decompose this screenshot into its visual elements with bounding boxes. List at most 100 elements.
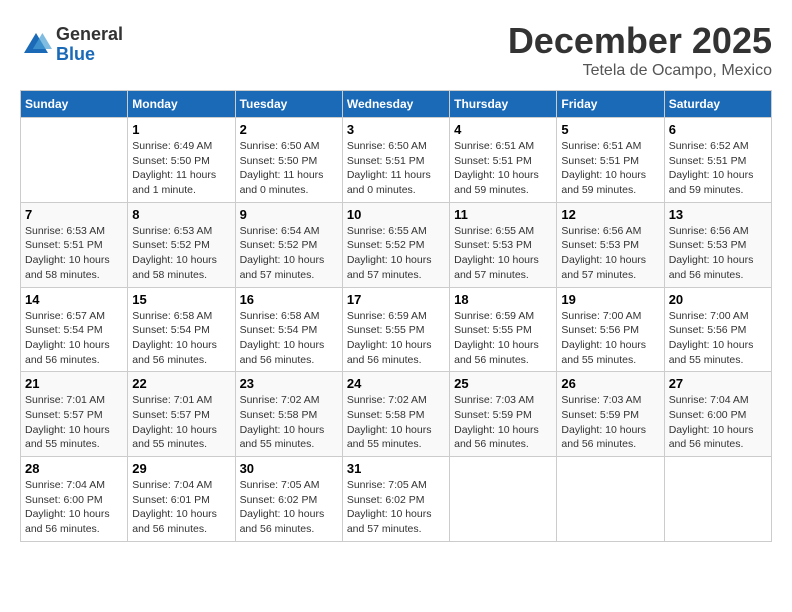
calendar-week-row: 14 Sunrise: 6:57 AM Sunset: 5:54 PM Dayli… bbox=[21, 287, 772, 372]
day-number: 21 bbox=[25, 376, 123, 391]
calendar-cell: 9 Sunrise: 6:54 AM Sunset: 5:52 PM Daylig… bbox=[235, 202, 342, 287]
day-info: Sunrise: 6:53 AM Sunset: 5:52 PM Dayligh… bbox=[132, 224, 230, 283]
calendar-week-row: 1 Sunrise: 6:49 AM Sunset: 5:50 PM Daylig… bbox=[21, 118, 772, 203]
calendar-cell: 15Sunrise: 6:58 AM Sunset: 5:54 PM Dayli… bbox=[128, 287, 235, 372]
day-info: Sunrise: 6:50 AM Sunset: 5:51 PM Dayligh… bbox=[347, 139, 445, 198]
day-info: Sunrise: 6:51 AM Sunset: 5:51 PM Dayligh… bbox=[561, 139, 659, 198]
calendar-cell: 21Sunrise: 7:01 AM Sunset: 5:57 PM Dayli… bbox=[21, 372, 128, 457]
calendar-body: 1 Sunrise: 6:49 AM Sunset: 5:50 PM Daylig… bbox=[21, 118, 772, 542]
day-number: 14 bbox=[25, 292, 123, 307]
calendar-header: SundayMondayTuesdayWednesdayThursdayFrid… bbox=[21, 91, 772, 118]
calendar-table: SundayMondayTuesdayWednesdayThursdayFrid… bbox=[20, 90, 772, 542]
day-number: 2 bbox=[240, 122, 338, 137]
calendar-cell: 3 Sunrise: 6:50 AM Sunset: 5:51 PM Daylig… bbox=[342, 118, 449, 203]
day-info: Sunrise: 7:05 AM Sunset: 6:02 PM Dayligh… bbox=[240, 478, 338, 537]
day-info: Sunrise: 7:02 AM Sunset: 5:58 PM Dayligh… bbox=[240, 393, 338, 452]
day-info: Sunrise: 6:54 AM Sunset: 5:52 PM Dayligh… bbox=[240, 224, 338, 283]
day-info: Sunrise: 6:56 AM Sunset: 5:53 PM Dayligh… bbox=[669, 224, 767, 283]
day-info: Sunrise: 6:53 AM Sunset: 5:51 PM Dayligh… bbox=[25, 224, 123, 283]
weekday-header-saturday: Saturday bbox=[664, 91, 771, 118]
weekday-header-thursday: Thursday bbox=[450, 91, 557, 118]
weekday-header-row: SundayMondayTuesdayWednesdayThursdayFrid… bbox=[21, 91, 772, 118]
calendar-cell: 23 Sunrise: 7:02 AM Sunset: 5:58 PM Dayli… bbox=[235, 372, 342, 457]
calendar-cell: 4Sunrise: 6:51 AM Sunset: 5:51 PM Daylig… bbox=[450, 118, 557, 203]
calendar-cell: 16 Sunrise: 6:58 AM Sunset: 5:54 PM Dayli… bbox=[235, 287, 342, 372]
header: General Blue December 2025 Tetela de Oca… bbox=[20, 20, 772, 80]
calendar-cell: 31 Sunrise: 7:05 AM Sunset: 6:02 PM Dayli… bbox=[342, 457, 449, 542]
day-info: Sunrise: 7:00 AM Sunset: 5:56 PM Dayligh… bbox=[561, 309, 659, 368]
day-info: Sunrise: 6:58 AM Sunset: 5:54 PM Dayligh… bbox=[132, 309, 230, 368]
day-number: 13 bbox=[669, 207, 767, 222]
calendar-cell bbox=[21, 118, 128, 203]
weekday-header-friday: Friday bbox=[557, 91, 664, 118]
location: Tetela de Ocampo, Mexico bbox=[508, 62, 772, 80]
day-number: 22 bbox=[132, 376, 230, 391]
logo-blue-text: Blue bbox=[56, 45, 123, 65]
calendar-cell: 2 Sunrise: 6:50 AM Sunset: 5:50 PM Daylig… bbox=[235, 118, 342, 203]
day-info: Sunrise: 6:51 AM Sunset: 5:51 PM Dayligh… bbox=[454, 139, 552, 198]
day-number: 12 bbox=[561, 207, 659, 222]
day-info: Sunrise: 6:56 AM Sunset: 5:53 PM Dayligh… bbox=[561, 224, 659, 283]
day-number: 1 bbox=[132, 122, 230, 137]
day-info: Sunrise: 7:04 AM Sunset: 6:01 PM Dayligh… bbox=[132, 478, 230, 537]
day-info: Sunrise: 6:52 AM Sunset: 5:51 PM Dayligh… bbox=[669, 139, 767, 198]
calendar-cell: 22 Sunrise: 7:01 AM Sunset: 5:57 PM Dayli… bbox=[128, 372, 235, 457]
day-number: 16 bbox=[240, 292, 338, 307]
calendar-cell: 19 Sunrise: 7:00 AM Sunset: 5:56 PM Dayli… bbox=[557, 287, 664, 372]
day-info: Sunrise: 6:50 AM Sunset: 5:50 PM Dayligh… bbox=[240, 139, 338, 198]
day-info: Sunrise: 6:55 AM Sunset: 5:53 PM Dayligh… bbox=[454, 224, 552, 283]
day-info: Sunrise: 7:05 AM Sunset: 6:02 PM Dayligh… bbox=[347, 478, 445, 537]
day-number: 27 bbox=[669, 376, 767, 391]
day-info: Sunrise: 6:57 AM Sunset: 5:54 PM Dayligh… bbox=[25, 309, 123, 368]
day-number: 3 bbox=[347, 122, 445, 137]
day-info: Sunrise: 6:55 AM Sunset: 5:52 PM Dayligh… bbox=[347, 224, 445, 283]
calendar-cell: 25 Sunrise: 7:03 AM Sunset: 5:59 PM Dayli… bbox=[450, 372, 557, 457]
weekday-header-tuesday: Tuesday bbox=[235, 91, 342, 118]
day-info: Sunrise: 6:59 AM Sunset: 5:55 PM Dayligh… bbox=[454, 309, 552, 368]
day-info: Sunrise: 7:03 AM Sunset: 5:59 PM Dayligh… bbox=[454, 393, 552, 452]
day-number: 10 bbox=[347, 207, 445, 222]
calendar-cell: 12 Sunrise: 6:56 AM Sunset: 5:53 PM Dayli… bbox=[557, 202, 664, 287]
calendar-cell: 1 Sunrise: 6:49 AM Sunset: 5:50 PM Daylig… bbox=[128, 118, 235, 203]
day-number: 30 bbox=[240, 461, 338, 476]
calendar-cell bbox=[664, 457, 771, 542]
calendar-cell: 10 Sunrise: 6:55 AM Sunset: 5:52 PM Dayli… bbox=[342, 202, 449, 287]
calendar-cell: 27Sunrise: 7:04 AM Sunset: 6:00 PM Dayli… bbox=[664, 372, 771, 457]
day-number: 28 bbox=[25, 461, 123, 476]
day-number: 11 bbox=[454, 207, 552, 222]
day-number: 26 bbox=[561, 376, 659, 391]
day-info: Sunrise: 6:58 AM Sunset: 5:54 PM Dayligh… bbox=[240, 309, 338, 368]
weekday-header-sunday: Sunday bbox=[21, 91, 128, 118]
logo-general-text: General bbox=[56, 25, 123, 45]
calendar-cell bbox=[450, 457, 557, 542]
day-info: Sunrise: 6:49 AM Sunset: 5:50 PM Dayligh… bbox=[132, 139, 230, 198]
calendar-cell: 6Sunrise: 6:52 AM Sunset: 5:51 PM Daylig… bbox=[664, 118, 771, 203]
month-title: December 2025 bbox=[508, 20, 772, 62]
day-number: 7 bbox=[25, 207, 123, 222]
day-info: Sunrise: 7:01 AM Sunset: 5:57 PM Dayligh… bbox=[132, 393, 230, 452]
logo: General Blue bbox=[20, 25, 123, 65]
weekday-header-wednesday: Wednesday bbox=[342, 91, 449, 118]
calendar-week-row: 7 Sunrise: 6:53 AM Sunset: 5:51 PM Daylig… bbox=[21, 202, 772, 287]
day-info: Sunrise: 7:04 AM Sunset: 6:00 PM Dayligh… bbox=[25, 478, 123, 537]
calendar-cell: 5Sunrise: 6:51 AM Sunset: 5:51 PM Daylig… bbox=[557, 118, 664, 203]
day-number: 24 bbox=[347, 376, 445, 391]
calendar-cell: 13 Sunrise: 6:56 AM Sunset: 5:53 PM Dayli… bbox=[664, 202, 771, 287]
day-info: Sunrise: 7:00 AM Sunset: 5:56 PM Dayligh… bbox=[669, 309, 767, 368]
day-number: 23 bbox=[240, 376, 338, 391]
calendar-cell: 28 Sunrise: 7:04 AM Sunset: 6:00 PM Dayli… bbox=[21, 457, 128, 542]
calendar-week-row: 21 Sunrise: 7:01 AM Sunset: 5:57 PM Dayli… bbox=[21, 372, 772, 457]
day-number: 19 bbox=[561, 292, 659, 307]
weekday-header-monday: Monday bbox=[128, 91, 235, 118]
day-number: 8 bbox=[132, 207, 230, 222]
day-number: 31 bbox=[347, 461, 445, 476]
day-number: 18 bbox=[454, 292, 552, 307]
day-number: 9 bbox=[240, 207, 338, 222]
logo-icon bbox=[20, 29, 52, 61]
day-number: 25 bbox=[454, 376, 552, 391]
calendar-cell: 8 Sunrise: 6:53 AM Sunset: 5:52 PM Daylig… bbox=[128, 202, 235, 287]
day-number: 17 bbox=[347, 292, 445, 307]
calendar-cell: 7 Sunrise: 6:53 AM Sunset: 5:51 PM Daylig… bbox=[21, 202, 128, 287]
calendar-cell: 30 Sunrise: 7:05 AM Sunset: 6:02 PM Dayli… bbox=[235, 457, 342, 542]
calendar-cell: 14 Sunrise: 6:57 AM Sunset: 5:54 PM Dayli… bbox=[21, 287, 128, 372]
